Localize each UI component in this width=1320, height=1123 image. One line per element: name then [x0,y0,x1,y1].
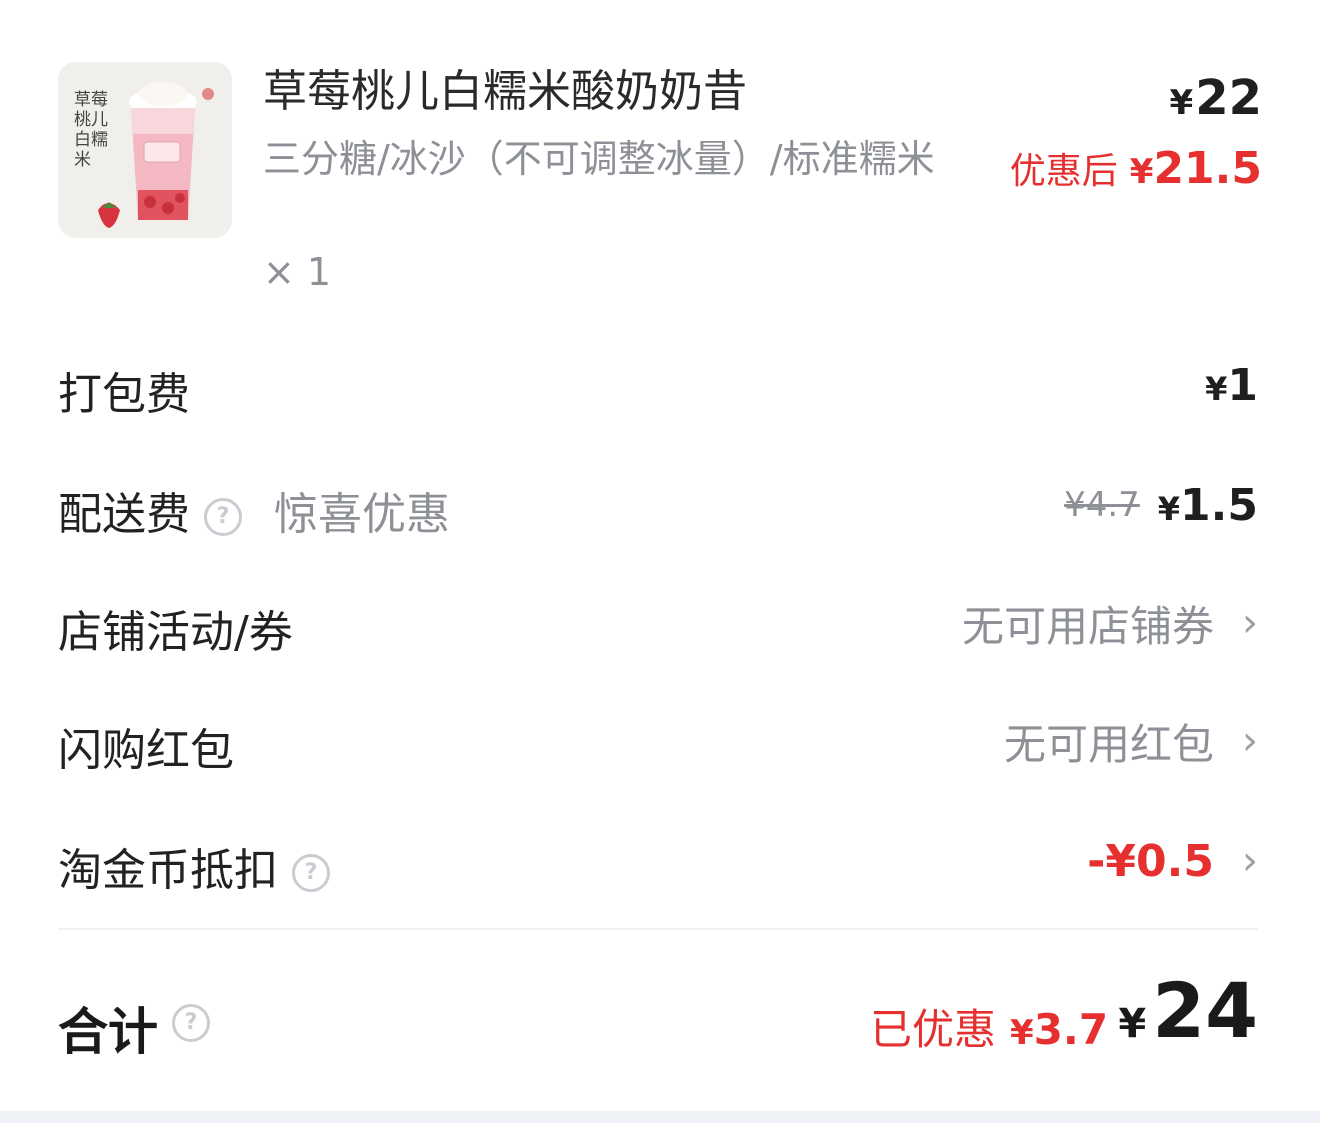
delivery-original-price: ¥4.7 [1064,485,1140,525]
coin-deduction-value: -¥0.5 [1087,835,1214,887]
product-title: 草莓桃儿白糯米酸奶奶昔 [263,66,747,117]
discount-currency: ¥ [1129,152,1154,192]
packing-fee-value: 1 [1227,359,1258,411]
divider [58,928,1258,930]
delivery-fee-value: 1.5 [1180,479,1258,531]
total-value: 24 [1152,966,1258,1055]
redpacket-row[interactable]: 闪购红包 无可用红包 › [58,706,1258,776]
store-coupon-value: 无可用店铺券 [961,601,1214,651]
chevron-right-icon: › [1242,718,1258,764]
store-coupon-label: 店铺活动/券 [58,607,293,658]
chevron-right-icon: › [1242,838,1258,884]
thumb-calligraphy: 草莓桃儿白糯米 [74,90,108,170]
delivery-fee-amount: ¥1.5 [1158,480,1258,531]
delivery-fee-row: 配送费 ? 惊喜优惠 ¥4.7 ¥1.5 [58,470,1258,541]
packing-fee-currency: ¥ [1205,369,1228,408]
total-currency: ¥ [1118,1001,1147,1047]
chevron-right-icon: › [1242,600,1258,646]
product-specs: 三分糖/冰沙（不可调整冰量）/标准糯米 [263,137,935,181]
redpacket-value: 无可用红包 [1003,719,1214,769]
product-quantity: × 1 [263,250,332,294]
saved-value: 3.7 [1033,1005,1109,1054]
saved-label: 已优惠 [870,1005,997,1054]
total-help-icon[interactable]: ? [172,1004,210,1042]
delivery-help-icon[interactable]: ? [204,498,242,536]
bottom-strip [0,1111,1320,1123]
discount-amount: 21.5 [1153,143,1262,194]
packing-fee-label: 打包费 [58,369,190,420]
order-item[interactable]: 草莓桃儿白糯米 草莓桃儿白糯米酸奶奶昔 三分糖/冰沙（不可调整冰量）/标准糯米 … [58,62,1262,302]
price-currency: ¥ [1169,83,1194,123]
delivery-fee-currency: ¥ [1157,489,1181,528]
redpacket-label: 闪购红包 [58,725,234,776]
coin-deduction-label: 淘金币抵扣 [58,845,278,896]
price-amount: 22 [1195,70,1262,126]
packing-fee-amount: ¥1 [1205,360,1258,411]
delivery-fee-label: 配送费 [58,489,190,540]
discount-label: 优惠后 [1009,151,1118,192]
discounted-price: 优惠后 ¥21.5 [1010,142,1262,194]
store-coupon-row[interactable]: 店铺活动/券 无可用店铺券 › [58,588,1258,658]
product-image: 草莓桃儿白糯米 [58,62,232,238]
product-price: ¥22 [1170,70,1262,126]
total-label: 合计 [58,1003,158,1061]
coin-help-icon[interactable]: ? [292,854,330,892]
total-amount: ¥24 [1118,966,1258,1055]
saved-amount: 已优惠 ¥3.7 [870,996,1108,1057]
saved-currency: ¥ [1010,1013,1034,1053]
delivery-promo-label: 惊喜优惠 [274,489,450,540]
coin-deduction-row[interactable]: 淘金币抵扣 ? -¥0.5 › [58,826,1258,897]
packing-fee-row: 打包费 ¥1 [58,350,1258,421]
